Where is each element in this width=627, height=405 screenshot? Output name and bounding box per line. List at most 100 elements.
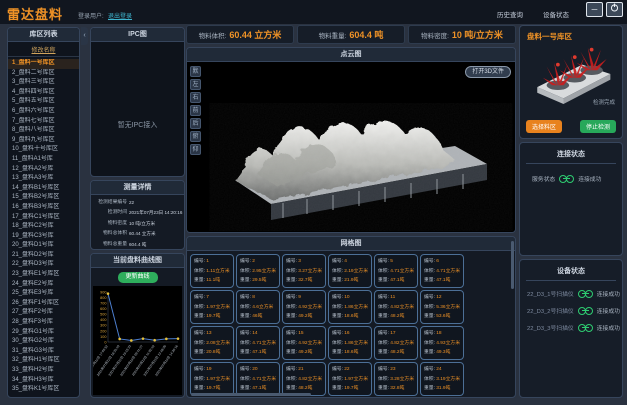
sidebar-item[interactable]: 4_盘料四号库区: [8, 88, 79, 98]
app-title: 雷达盘料: [7, 4, 63, 23]
sidebar-item[interactable]: 17_盘料C1号库区: [8, 213, 79, 223]
sidebar-item[interactable]: 18_盘料C2号库: [8, 222, 79, 232]
sidebar-item[interactable]: 25_盘料E3号库: [8, 289, 79, 299]
grid-cell[interactable]: 编号: 24体积: 3.19立方米重量: 31.9吨: [420, 362, 464, 396]
sidebar-item[interactable]: 22_盘料D3号库: [8, 260, 79, 270]
sidebar-item[interactable]: 12_盘料A2号库: [8, 165, 79, 175]
sidebar-item[interactable]: 30_盘料G2号库: [8, 337, 79, 347]
sidebar-item[interactable]: 35_盘料K1号库区: [8, 385, 79, 395]
minimize-button[interactable]: ─: [586, 2, 603, 17]
point-cloud-panel: 点云图 默: [186, 47, 516, 233]
view-button-左[interactable]: 左: [190, 79, 201, 90]
stat-weight-value: 604.4 吨: [349, 28, 383, 41]
grid-cell[interactable]: 编号: 21体积: 4.82立方米重量: 48.2吨: [282, 362, 326, 396]
grid-cell[interactable]: 编号: 3体积: 3.27立方米重量: 32.7吨: [282, 254, 326, 288]
stat-density-value: 10 吨/立方米: [452, 28, 503, 41]
curve-panel: 当前盘料曲线图 更新曲线 010020030040050060070080090…: [90, 253, 185, 398]
sidebar-item[interactable]: 6_盘料六号库区: [8, 107, 79, 117]
sidebar-item[interactable]: 8_盘料八号库区: [8, 126, 79, 136]
sidebar-item[interactable]: 16_盘料B3号库区: [8, 203, 79, 213]
grid-cell[interactable]: 编号: 6体积: 4.71立方米重量: 47.1吨: [420, 254, 464, 288]
sidebar-item[interactable]: 11_盘料A1号库: [8, 155, 79, 165]
svg-text:200: 200: [100, 329, 106, 333]
grid-cell[interactable]: 编号: 19体积: 1.97立方米重量: 19.7吨: [190, 362, 234, 396]
grid-cell[interactable]: 编号: 22体积: 1.97立方米重量: 19.7吨: [328, 362, 372, 396]
history-query-button[interactable]: 历史查询: [497, 9, 523, 19]
view-button-右[interactable]: 右: [190, 92, 201, 103]
sidebar-item[interactable]: 7_盘料七号库区: [8, 117, 79, 127]
sidebar-item[interactable]: 15_盘料B2号库区: [8, 193, 79, 203]
grid-cell[interactable]: 编号: 4体积: 2.19立方米重量: 21.9吨: [328, 254, 372, 288]
grid-cell[interactable]: 编号: 13体积: 2.08立方米重量: 20.8吨: [190, 326, 234, 360]
grid-cell[interactable]: 编号: 10体积: 1.86立方米重量: 18.6吨: [328, 290, 372, 324]
grid-cell[interactable]: 编号: 1体积: 1.11立方米重量: 11.1吨: [190, 254, 234, 288]
svg-text:600: 600: [100, 307, 106, 311]
grid-cell[interactable]: 编号: 23体积: 3.28立方米重量: 32.8吨: [374, 362, 418, 396]
sidebar-item[interactable]: 10_盘料十号库区: [8, 145, 79, 155]
grid-cell[interactable]: 编号: 17体积: 4.82立方米重量: 48.2吨: [374, 326, 418, 360]
update-curve-button[interactable]: 更新曲线: [118, 272, 158, 283]
sidebar-item[interactable]: 26_盘料F1号库区: [8, 299, 79, 309]
sidebar-item[interactable]: 24_盘料E2号库: [8, 280, 79, 290]
sidebar-item[interactable]: 21_盘料D2号库: [8, 251, 79, 261]
sidebar-item[interactable]: 34_盘料H3号库: [8, 376, 79, 386]
grid-vertical-scrollbar[interactable]: [511, 241, 514, 289]
view-button-仰[interactable]: 仰: [190, 144, 201, 155]
sidebar-item[interactable]: 29_盘料G1号库: [8, 328, 79, 338]
sidebar-item[interactable]: 19_盘料C3号库: [8, 232, 79, 242]
grid-cell[interactable]: 编号: 16体积: 1.86立方米重量: 18.6吨: [328, 326, 372, 360]
connection-status-title: 连接状态: [520, 143, 622, 163]
power-button[interactable]: [606, 2, 623, 17]
stat-volume: 物料体积: 60.44 立方米: [186, 25, 294, 44]
grid-cell[interactable]: 编号: 20体积: 4.71立方米重量: 47.1吨: [236, 362, 280, 396]
sidebar-collapse-handle[interactable]: ‹: [81, 27, 88, 45]
grid-horizontal-scrollbar[interactable]: [191, 393, 311, 396]
svg-text:400: 400: [100, 318, 106, 322]
grid-cell[interactable]: 编号: 11体积: 4.82立方米重量: 48.2吨: [374, 290, 418, 324]
logout-link[interactable]: 退出登录: [108, 11, 132, 20]
detail-row: 检测结果编号22: [93, 198, 182, 208]
view-button-后[interactable]: 后: [190, 118, 201, 129]
detail-row: 物料总重量604.4 吨: [93, 240, 182, 250]
link-connected-icon: [578, 307, 593, 314]
sidebar-item[interactable]: 1_盘料一号库区: [8, 59, 79, 69]
point-cloud-viewport[interactable]: 默左右前后俯仰 打开3D文件: [187, 62, 515, 232]
grid-cell[interactable]: 编号: 5体积: 4.71立方米重量: 47.1吨: [374, 254, 418, 288]
sidebar-item[interactable]: 14_盘料B1号库区: [8, 184, 79, 194]
view-button-column: 默左右前后俯仰: [190, 66, 201, 155]
grid-cell[interactable]: 编号: 18体积: 4.93立方米重量: 49.3吨: [420, 326, 464, 360]
sidebar-item[interactable]: 31_盘料G3号库: [8, 347, 79, 357]
stat-weight: 物料重量: 604.4 吨: [297, 25, 405, 44]
power-icon: [610, 3, 619, 12]
stop-detection-button[interactable]: 停止检测: [580, 120, 616, 133]
sidebar-item[interactable]: 5_盘料五号库区: [8, 97, 79, 107]
sidebar-item[interactable]: 32_盘料H1号库区: [8, 356, 79, 366]
grid-cell[interactable]: 编号: 2体积: 2.95立方米重量: 29.5吨: [236, 254, 280, 288]
connection-rows: 服务状态连接成功: [520, 164, 622, 183]
sidebar-item[interactable]: 2_盘料二号库区: [8, 69, 79, 79]
view-button-俯[interactable]: 俯: [190, 131, 201, 142]
device-status-button[interactable]: 设备状态: [543, 9, 569, 19]
sidebar-item[interactable]: 27_盘料F2号库: [8, 308, 79, 318]
grid-cell[interactable]: 编号: 9体积: 4.92立方米重量: 49.2吨: [282, 290, 326, 324]
grid-cell[interactable]: 编号: 7体积: 1.97立方米重量: 19.7吨: [190, 290, 234, 324]
view-button-默[interactable]: 默: [190, 66, 201, 77]
open-3d-file-button[interactable]: 打开3D文件: [465, 66, 511, 78]
sidebar-item[interactable]: 23_盘料E1号库区: [8, 270, 79, 280]
sidebar-item[interactable]: 20_盘料D1号库: [8, 241, 79, 251]
grid-cell[interactable]: 编号: 12体积: 5.36立方米重量: 53.6吨: [420, 290, 464, 324]
grid-cell[interactable]: 编号: 14体积: 4.71立方米重量: 47.1吨: [236, 326, 280, 360]
stat-weight-label: 物料重量:: [319, 30, 347, 40]
sidebar-item[interactable]: 9_盘料九号库区: [8, 136, 79, 146]
grid-cell[interactable]: 编号: 15体积: 4.92立方米重量: 49.2吨: [282, 326, 326, 360]
select-zone-button[interactable]: 选择料区: [526, 120, 562, 133]
sidebar-item[interactable]: 28_盘料F3号库: [8, 318, 79, 328]
sidebar-item[interactable]: 3_盘料三号库区: [8, 78, 79, 88]
sidebar-item[interactable]: 13_盘料A3号库: [8, 174, 79, 184]
view-button-前[interactable]: 前: [190, 105, 201, 116]
grid-cell[interactable]: 编号: 8体积: 4.6立方米重量: 46吨: [236, 290, 280, 324]
svg-text:100: 100: [100, 335, 106, 339]
sidebar-item[interactable]: 33_盘料H2号库: [8, 366, 79, 376]
rename-link[interactable]: 修改名称: [8, 42, 79, 57]
status-row: 22_D3_2号扫描仪连接成功: [520, 298, 622, 315]
